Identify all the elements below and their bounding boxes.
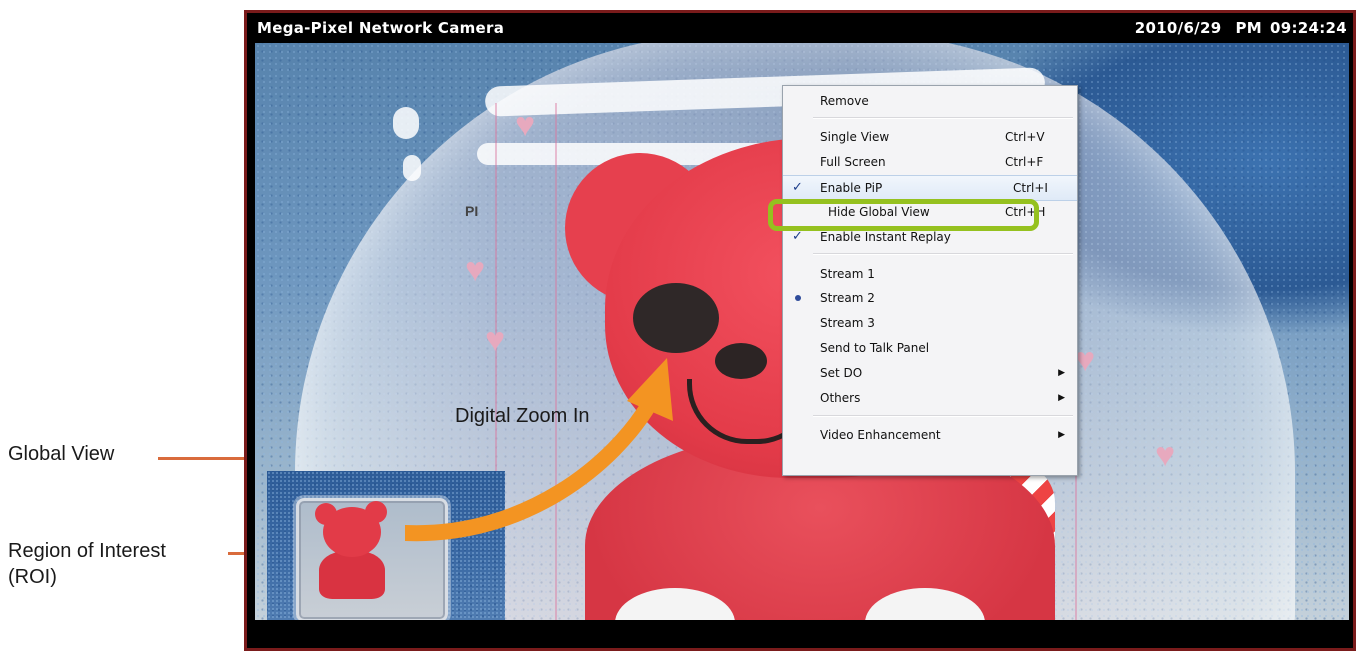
menu-item-label: Others [820,391,861,405]
menu-item-video-enhancement[interactable]: Video Enhancement ▶ [783,423,1077,447]
menu-separator [813,415,1073,417]
menu-separator [813,253,1073,255]
menu-item-others[interactable]: Others ▶ [783,386,1077,410]
camera-ampm: PM [1235,19,1262,37]
heart-decoration: ♥ [515,106,536,144]
camera-bottom-bar [247,620,1353,648]
roi-label: Region of Interest [8,540,166,562]
menu-item-enable-pip[interactable]: ✓ Enable PiP Ctrl+I [783,175,1077,201]
menu-item-shortcut: Ctrl+V [1005,130,1045,144]
menu-item-label: Stream 3 [820,316,875,330]
camera-clock: 09:24:24 [1269,19,1347,37]
camera-title: Mega-Pixel Network Camera [257,19,505,37]
heart-decoration: ♥ [1075,341,1096,379]
package-text: PI [465,203,479,219]
menu-item-label: Enable PiP [820,181,883,195]
menu-item-single-view[interactable]: Single View Ctrl+V [783,125,1077,149]
menu-item-stream-2[interactable]: Stream 2 [783,286,1077,310]
checkmark-icon: ✓ [792,180,803,195]
menu-item-stream-1[interactable]: Stream 1 [783,262,1077,286]
camera-window: Mega-Pixel Network Camera 2010/6/29 PM 09:… [244,10,1356,651]
menu-item-label: Single View [820,130,890,144]
menu-item-shortcut: Ctrl+I [1013,181,1048,195]
submenu-arrow-icon: ▶ [1058,393,1065,403]
menu-item-label: Stream 2 [820,291,875,305]
heart-decoration: ♥ [1155,436,1176,474]
menu-item-stream-3[interactable]: Stream 3 [783,311,1077,335]
menu-item-remove[interactable]: Remove [783,89,1077,113]
glare [403,155,421,181]
bear-nose [715,343,767,379]
menu-item-label: Full Screen [820,155,886,169]
menu-item-label: Video Enhancement [820,428,941,442]
heart-decoration: ♥ [465,251,486,289]
submenu-arrow-icon: ▶ [1058,368,1065,378]
camera-date: 2010/6/29 [1134,19,1222,37]
digital-zoom-arrow-icon [405,358,673,542]
live-video-view[interactable]: ♥ ♥ ♥ ♥ ♥ ♥ PI Digital Zoom [255,43,1349,623]
context-menu: Remove Single View Ctrl+V Full Screen Ct… [782,85,1078,476]
digital-zoom-label: Digital Zoom In [455,405,590,427]
pip-bear-body [319,551,385,599]
global-view-label: Global View [8,443,115,465]
glare [393,107,419,139]
menu-separator [813,117,1073,119]
radio-dot-icon [795,295,801,301]
camera-title-bar: Mega-Pixel Network Camera 2010/6/29 PM 09:… [247,13,1353,43]
menu-item-label: Set DO [820,366,863,380]
menu-item-label: Send to Talk Panel [820,341,930,355]
roi-label-sub: (ROI) [8,566,57,588]
menu-item-send-to-talk-panel[interactable]: Send to Talk Panel [783,336,1077,360]
menu-item-shortcut: Ctrl+F [1005,155,1044,169]
menu-item-label: Remove [820,94,869,108]
submenu-arrow-icon: ▶ [1058,430,1065,440]
enable-pip-highlight [768,199,1039,231]
menu-item-set-do[interactable]: Set DO ▶ [783,361,1077,385]
camera-timestamp: 2010/6/29 PM 09:24:24 [1135,13,1347,43]
pip-bear-head [323,507,381,557]
menu-item-label: Stream 1 [820,267,875,281]
menu-item-full-screen[interactable]: Full Screen Ctrl+F [783,150,1077,174]
